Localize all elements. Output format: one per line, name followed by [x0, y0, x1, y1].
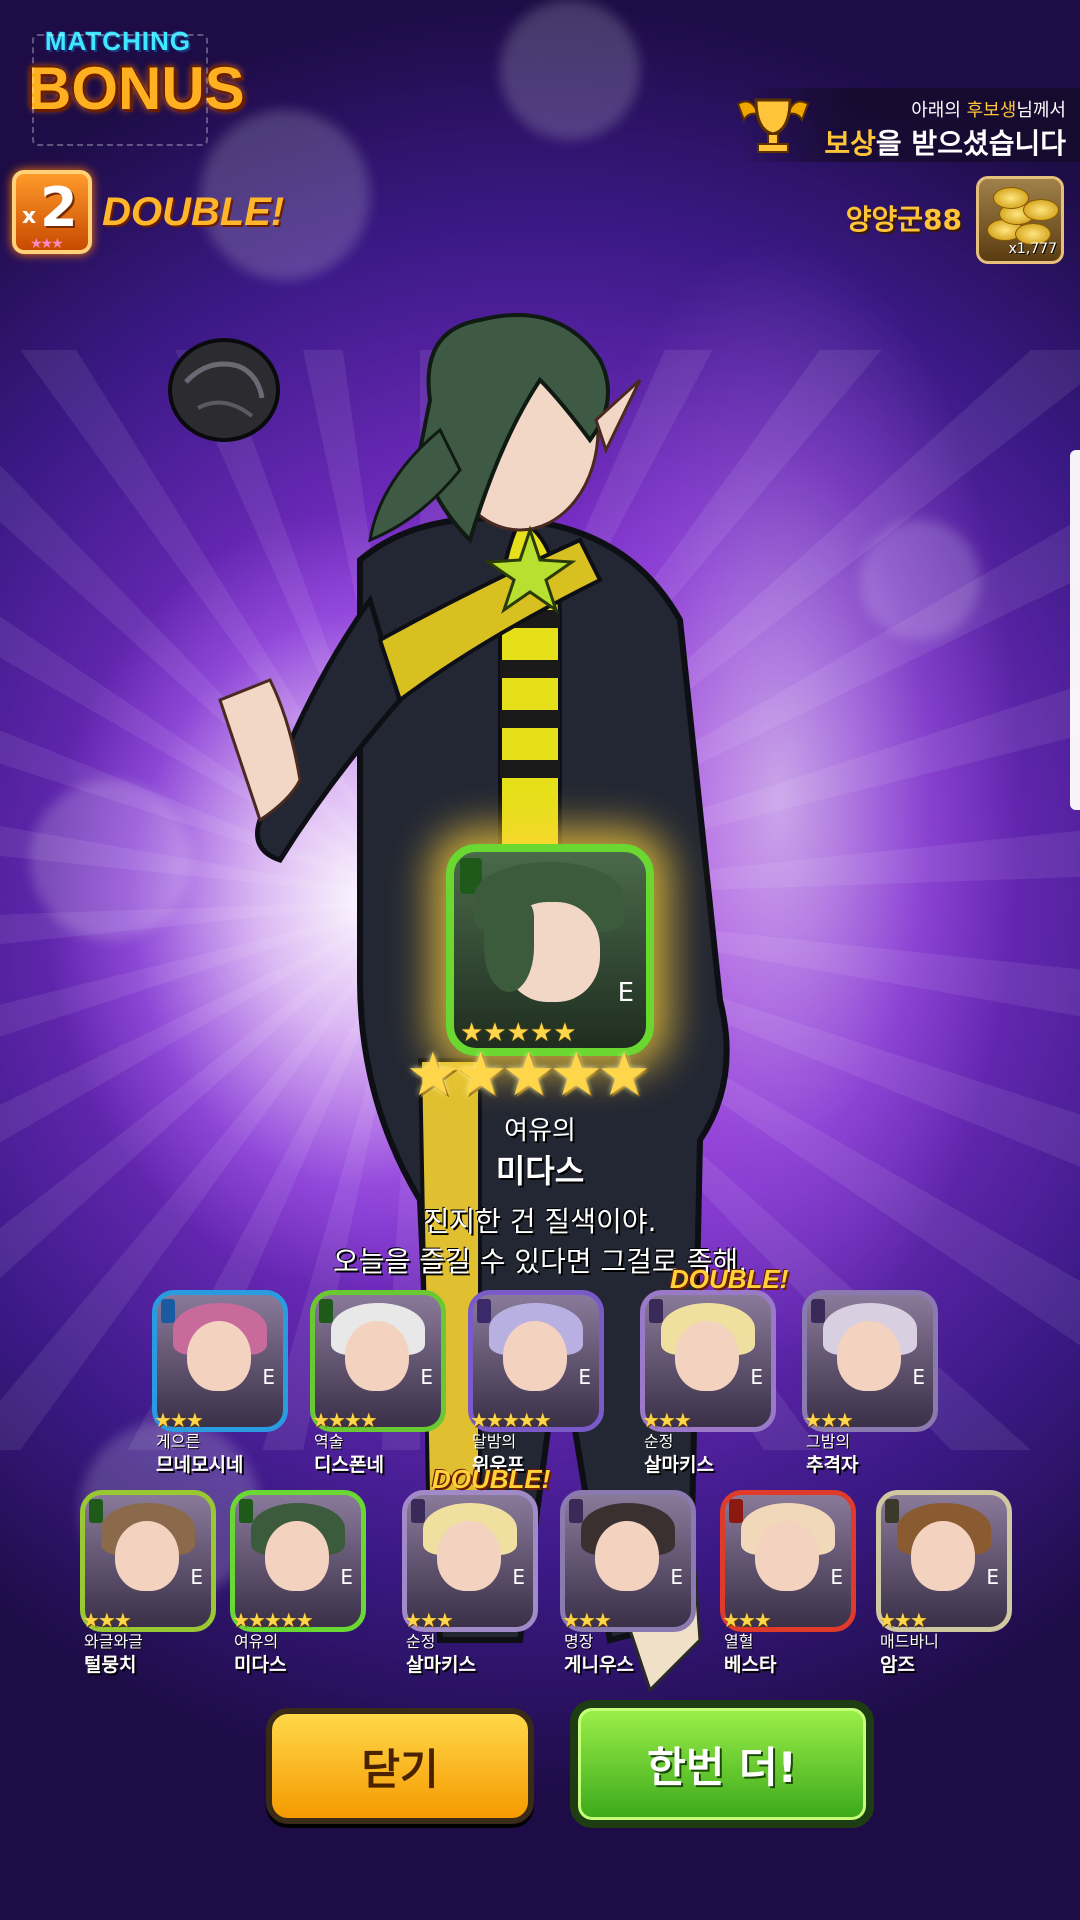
reward-message-line2: 보상을 받으셨습니다 — [824, 122, 1066, 162]
reward-line1-pre: 아래의 — [911, 100, 967, 121]
card-title: 순정 — [406, 1632, 436, 1651]
featured-rarity-stars: ★★★★★ — [406, 1040, 651, 1110]
portrait-face — [911, 1521, 975, 1591]
draw-again-button[interactable]: 한번 더! — [570, 1700, 874, 1828]
card-title: 게으른 — [156, 1432, 201, 1451]
element-icon — [885, 1499, 899, 1523]
multiplier-value: 2 — [40, 176, 78, 239]
card-name: 므네모시네 — [156, 1454, 244, 1476]
card-title: 와글와글 — [84, 1632, 143, 1651]
grade-label: E — [578, 1365, 591, 1389]
grade-label: E — [512, 1565, 525, 1589]
double-tag: DOUBLE! — [432, 1464, 551, 1494]
card-title: 순정 — [644, 1432, 674, 1451]
element-icon — [161, 1299, 175, 1323]
reward-line1-highlight: 후보생 — [966, 100, 1017, 121]
portrait-face — [437, 1521, 501, 1591]
logo-frame — [32, 34, 208, 146]
card-name: 추격자 — [806, 1454, 859, 1476]
element-icon — [319, 1299, 333, 1323]
portrait-face — [595, 1521, 659, 1591]
card-name: 살마키스 — [644, 1454, 714, 1476]
element-icon — [569, 1499, 583, 1523]
double-multiplier-badge: x 2 ★★★ DOUBLE! — [12, 170, 284, 254]
grade-label: E — [750, 1365, 763, 1389]
card-name: 털뭉치 — [84, 1654, 137, 1676]
grade-label: E — [340, 1565, 353, 1589]
player-username: 양양군88 — [845, 203, 962, 236]
element-icon — [239, 1499, 253, 1523]
character-quote-line1: 진지한 건 질색이야. — [423, 1205, 657, 1238]
element-icon — [411, 1499, 425, 1523]
card-title: 달밤의 — [472, 1432, 517, 1451]
trophy-icon — [736, 98, 810, 153]
reward-line2-highlight: 보상 — [824, 127, 876, 160]
reward-line2-post: 을 받으셨습니다 — [875, 127, 1066, 160]
element-icon — [649, 1299, 663, 1323]
double-tag: DOUBLE! — [670, 1264, 789, 1294]
portrait-face — [675, 1321, 739, 1391]
card-name: 미다스 — [234, 1654, 287, 1676]
element-icon — [811, 1299, 825, 1323]
card-name: 암즈 — [880, 1654, 915, 1676]
character-quote-line2: 오늘을 즐길 수 있다면 그걸로 족해. — [332, 1245, 748, 1278]
grade-label: E — [262, 1365, 275, 1389]
portrait-face — [187, 1321, 251, 1391]
card-name: 살마키스 — [406, 1654, 476, 1676]
gold-count: x1,777 — [1008, 241, 1057, 257]
portrait-face — [503, 1321, 567, 1391]
multiplier-stars: ★★★ — [30, 236, 64, 252]
side-scroll-tab[interactable] — [1070, 450, 1080, 810]
portrait-face — [115, 1521, 179, 1591]
element-icon — [477, 1299, 491, 1323]
featured-character-name: 미다스 — [495, 1152, 585, 1190]
reward-line1-post: 님께서 — [1016, 100, 1066, 121]
card-title: 역술 — [314, 1432, 344, 1451]
portrait-face — [265, 1521, 329, 1591]
gold-reward-box: x1,777 — [976, 176, 1064, 264]
card-title: 열혈 — [724, 1632, 754, 1651]
portrait-face — [755, 1521, 819, 1591]
featured-character-card[interactable]: E ★★★★★ — [446, 844, 654, 1056]
close-button[interactable]: 닫기 — [266, 1708, 534, 1824]
multiplier-box: x 2 ★★★ — [12, 170, 92, 254]
card-name: 디스폰네 — [314, 1454, 384, 1476]
card-title: 여유의 — [234, 1632, 279, 1651]
grade-label: E — [420, 1365, 433, 1389]
featured-character-title: 여유의 — [504, 1116, 576, 1146]
grade-label: E — [912, 1365, 925, 1389]
grade-label: E — [190, 1565, 203, 1589]
card-title: 매드바니 — [880, 1632, 939, 1651]
grade-label: E — [670, 1565, 683, 1589]
element-icon — [729, 1499, 743, 1523]
portrait-hair-bang — [484, 902, 534, 992]
card-title: 그밤의 — [806, 1432, 851, 1451]
card-name: 게니우스 — [564, 1654, 634, 1676]
grade-label: E — [830, 1565, 843, 1589]
portrait-face — [837, 1321, 901, 1391]
reward-message-line1: 아래의 후보생님께서 — [911, 96, 1066, 122]
double-label: DOUBLE! — [102, 189, 285, 234]
card-name: 베스타 — [724, 1654, 777, 1676]
portrait-face — [345, 1321, 409, 1391]
multiplier-prefix: x — [22, 204, 37, 229]
grade-label: E — [617, 978, 634, 1008]
matching-bonus-logo: MATCHING BONUS — [28, 26, 245, 146]
card-title: 명장 — [564, 1632, 594, 1651]
element-icon — [89, 1499, 103, 1523]
grade-label: E — [986, 1565, 999, 1589]
stone-orb — [168, 338, 280, 442]
